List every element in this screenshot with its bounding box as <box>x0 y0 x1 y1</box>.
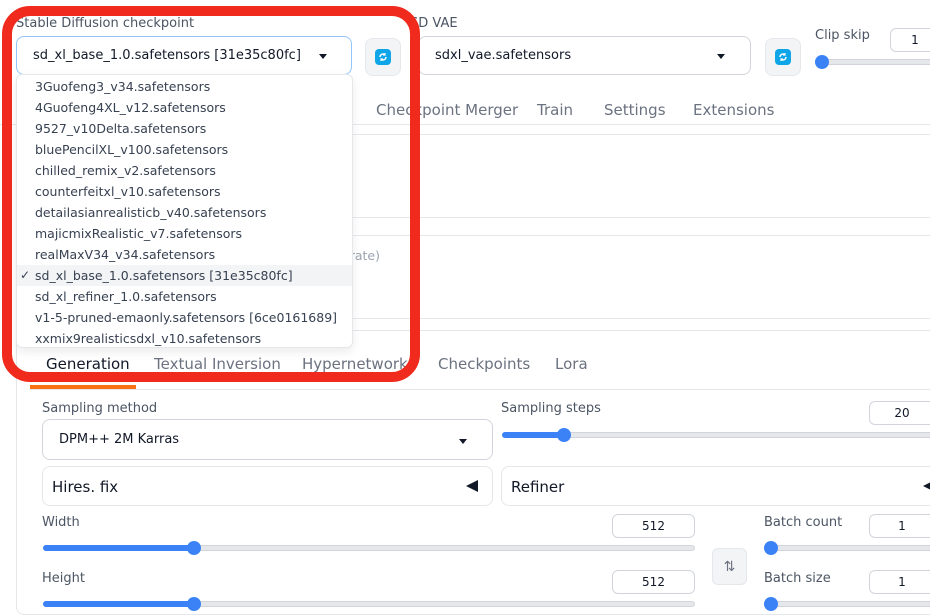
tab-checkpoints[interactable]: Checkpoints <box>438 355 530 373</box>
sampling-method-value: DPM++ 2M Karras <box>59 432 180 447</box>
width-thumb[interactable] <box>187 541 201 555</box>
clip-skip-label: Clip skip <box>815 28 870 43</box>
chevron-down-icon <box>717 54 725 59</box>
checkpoint-select[interactable]: sd_xl_base_1.0.safetensors [31e35c80fc] <box>16 36 352 75</box>
height-thumb[interactable] <box>187 597 201 611</box>
clip-skip-thumb[interactable] <box>815 55 829 69</box>
dropdown-option[interactable]: detailasianrealisticb_v40.safetensors <box>17 202 352 223</box>
refresh-icon <box>775 49 791 65</box>
check-icon: ✓ <box>20 268 31 282</box>
sampling-steps-label: Sampling steps <box>501 401 601 416</box>
checkpoint-label: Stable Diffusion checkpoint <box>16 16 195 31</box>
sampling-steps-input[interactable]: 20 <box>869 401 930 425</box>
prompt-area[interactable] <box>330 134 930 218</box>
tab-checkpoint-merger[interactable]: Checkpoint Merger <box>376 101 518 119</box>
chevron-down-icon <box>319 54 327 59</box>
clip-skip-input[interactable]: 1 <box>890 28 930 52</box>
dropdown-option[interactable]: realMaxV34_v34.safetensors <box>17 244 352 265</box>
checkpoint-value: sd_xl_base_1.0.safetensors [31e35c80fc] <box>33 48 301 63</box>
height-fill <box>43 601 195 607</box>
section-divider <box>330 235 930 236</box>
batch-size-input[interactable]: 1 <box>869 570 930 594</box>
clip-skip-slider[interactable] <box>818 59 930 65</box>
dropdown-option[interactable]: xxmix9realisticsdxl_v10.safetensors <box>17 328 352 347</box>
subtabs-divider <box>30 389 930 390</box>
dropdown-option[interactable]: 9527_v10Delta.safetensors <box>17 118 352 139</box>
chevron-down-icon <box>459 439 467 444</box>
width-fill <box>43 545 195 551</box>
section-divider <box>330 318 930 319</box>
batch-count-input[interactable]: 1 <box>869 514 930 538</box>
dropdown-option[interactable]: sd_xl_refiner_1.0.safetensors <box>17 286 352 307</box>
sampling-steps-thumb[interactable] <box>557 428 571 442</box>
dropdown-option[interactable]: chilled_remix_v2.safetensors <box>17 160 352 181</box>
batch-size-thumb[interactable] <box>764 597 778 611</box>
refiner-label: Refiner <box>511 478 565 496</box>
swap-dimensions-button[interactable]: ⇅ <box>712 548 747 585</box>
tab-textual-inversion[interactable]: Textual Inversion <box>154 355 281 373</box>
tab-hypernetworks[interactable]: Hypernetworks <box>302 355 416 373</box>
batch-size-slider[interactable] <box>768 601 930 607</box>
hires-fix-label: Hires. fix <box>52 478 119 496</box>
dropdown-option-selected[interactable]: ✓ sd_xl_base_1.0.safetensors [31e35c80fc… <box>17 265 352 286</box>
vae-select[interactable]: sdxl_vae.safetensors <box>418 36 751 75</box>
width-label: Width <box>42 515 80 530</box>
vae-value: sdxl_vae.safetensors <box>435 48 572 63</box>
hires-fix-accordion[interactable]: Hires. fix <box>42 466 493 506</box>
batch-size-label: Batch size <box>764 571 831 586</box>
checkpoint-dropdown-list: 3Guofeng3_v34.safetensors 4Guofeng4XL_v1… <box>16 74 353 348</box>
sampling-method-select[interactable]: DPM++ 2M Karras <box>42 419 493 460</box>
dropdown-option[interactable]: majicmixRealistic_v7.safetensors <box>17 223 352 244</box>
refresh-checkpoint-button[interactable] <box>365 38 401 76</box>
batch-count-label: Batch count <box>764 515 843 530</box>
width-input[interactable]: 512 <box>612 514 695 538</box>
dropdown-option[interactable]: bluePencilXL_v100.safetensors <box>17 139 352 160</box>
refiner-accordion[interactable]: Refiner <box>501 466 930 506</box>
tab-generation[interactable]: Generation <box>46 355 130 373</box>
collapse-arrow-icon <box>466 480 478 492</box>
height-label: Height <box>42 571 85 586</box>
refresh-vae-button[interactable] <box>765 38 801 76</box>
tab-extensions[interactable]: Extensions <box>693 101 774 119</box>
refresh-icon <box>375 49 391 65</box>
batch-count-thumb[interactable] <box>764 541 778 555</box>
swap-icon: ⇅ <box>723 558 736 575</box>
sampling-method-label: Sampling method <box>42 401 158 416</box>
batch-count-slider[interactable] <box>768 545 930 551</box>
vae-label: SD VAE <box>410 16 458 31</box>
dropdown-option[interactable]: v1-5-pruned-emaonly.safetensors [6ce0161… <box>17 307 352 328</box>
dropdown-option[interactable]: 4Guofeng4XL_v12.safetensors <box>17 97 352 118</box>
tab-train[interactable]: Train <box>537 101 573 119</box>
dropdown-option[interactable]: counterfeitxl_v10.safetensors <box>17 181 352 202</box>
tab-settings[interactable]: Settings <box>604 101 666 119</box>
height-input[interactable]: 512 <box>612 570 695 594</box>
collapse-arrow-icon <box>923 480 930 492</box>
dropdown-option[interactable]: 3Guofeng3_v34.safetensors <box>17 76 352 97</box>
tab-lora[interactable]: Lora <box>555 355 588 373</box>
sampling-steps-fill <box>502 432 564 438</box>
